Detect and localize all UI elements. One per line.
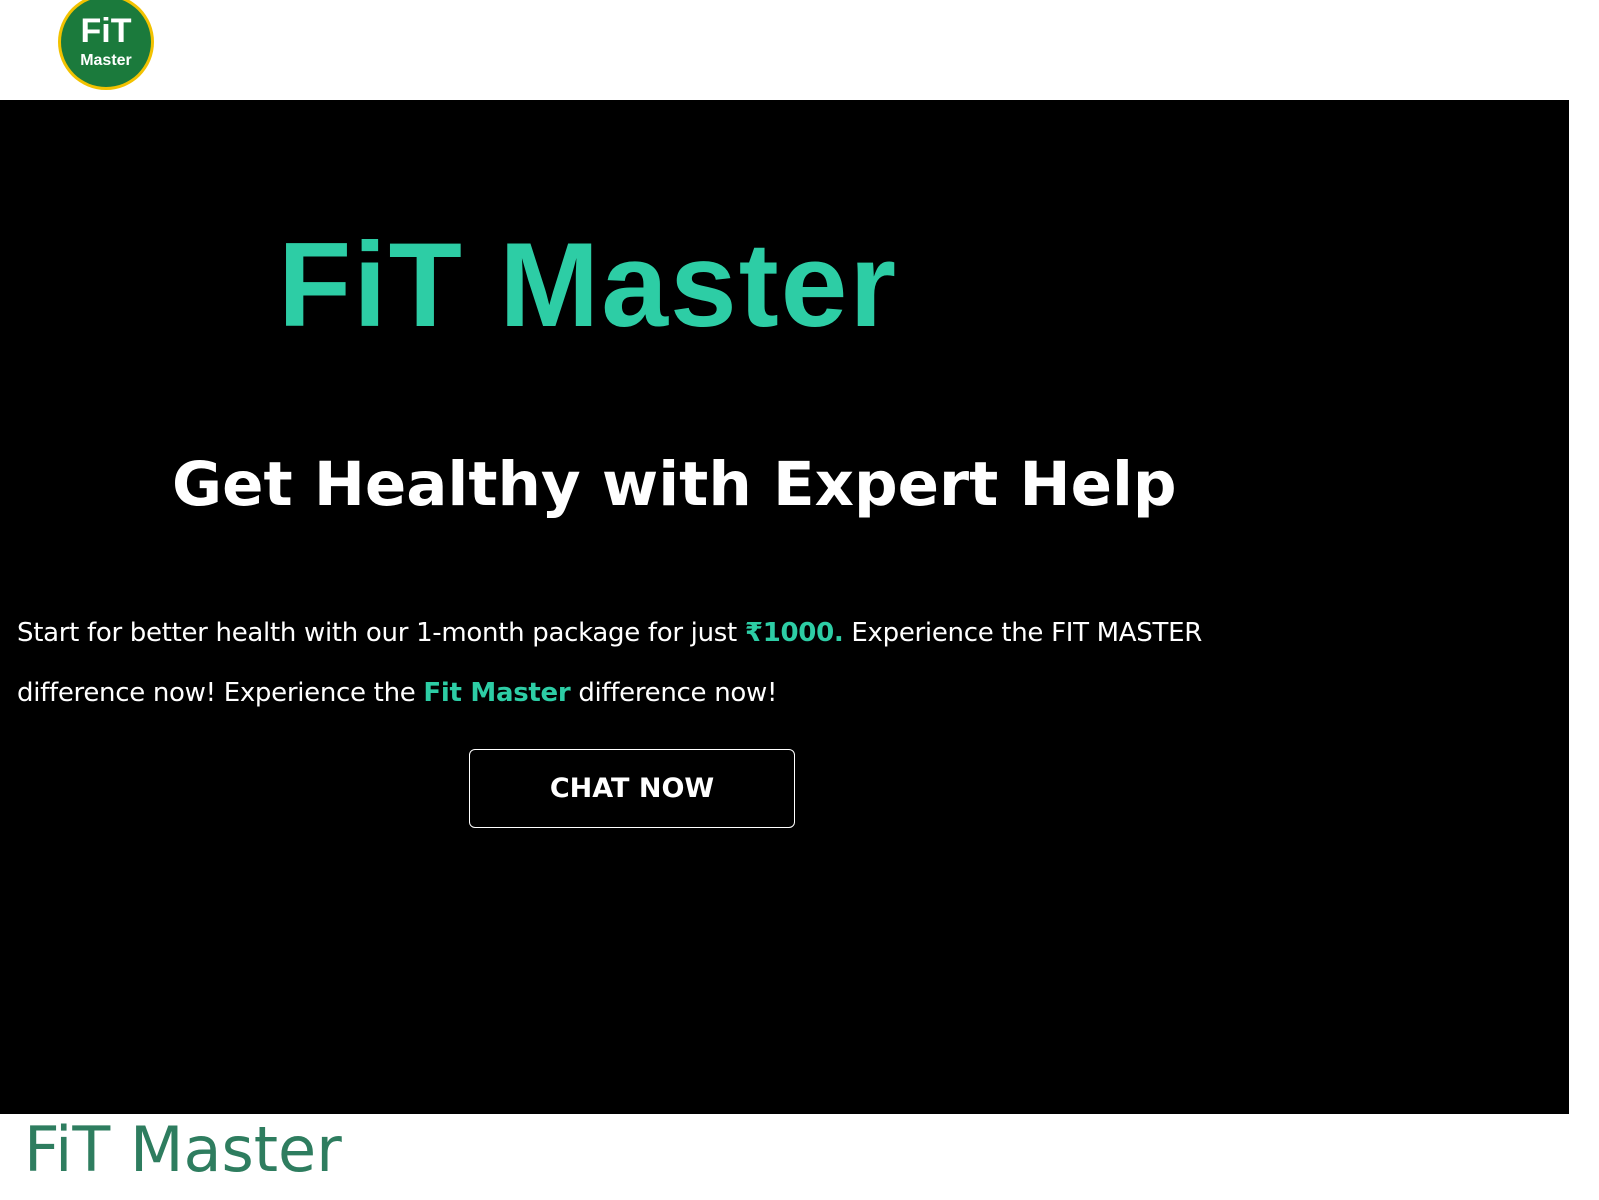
hero-title: FiT Master xyxy=(278,218,899,352)
logo-text-top: FiT xyxy=(81,12,132,50)
chat-now-button[interactable]: CHAT NOW xyxy=(469,749,795,828)
logo-text-bottom: Master xyxy=(80,52,132,69)
fit-master-logo-icon: FiT Master xyxy=(58,0,154,90)
fit-master-logo[interactable]: FiT Master xyxy=(56,0,156,92)
hero-description: Start for better health with our 1-month… xyxy=(17,603,1207,723)
price-highlight: ₹1000. xyxy=(744,618,844,648)
description-part3: difference now! xyxy=(570,678,778,708)
scrollbar[interactable] xyxy=(1569,0,1599,1200)
footer-brand: FiT Master xyxy=(24,1113,342,1186)
hero-subtitle: Get Healthy with Expert Help xyxy=(172,449,1177,520)
hero-section: FiT Master Get Healthy with Expert Help … xyxy=(0,100,1569,1114)
top-bar: FiT Master xyxy=(0,0,1599,100)
description-part1: Start for better health with our 1-month… xyxy=(17,618,745,648)
brand-highlight: Fit Master xyxy=(423,678,571,708)
page: FiT Master FiT Master Get Healthy with E… xyxy=(0,0,1599,1200)
